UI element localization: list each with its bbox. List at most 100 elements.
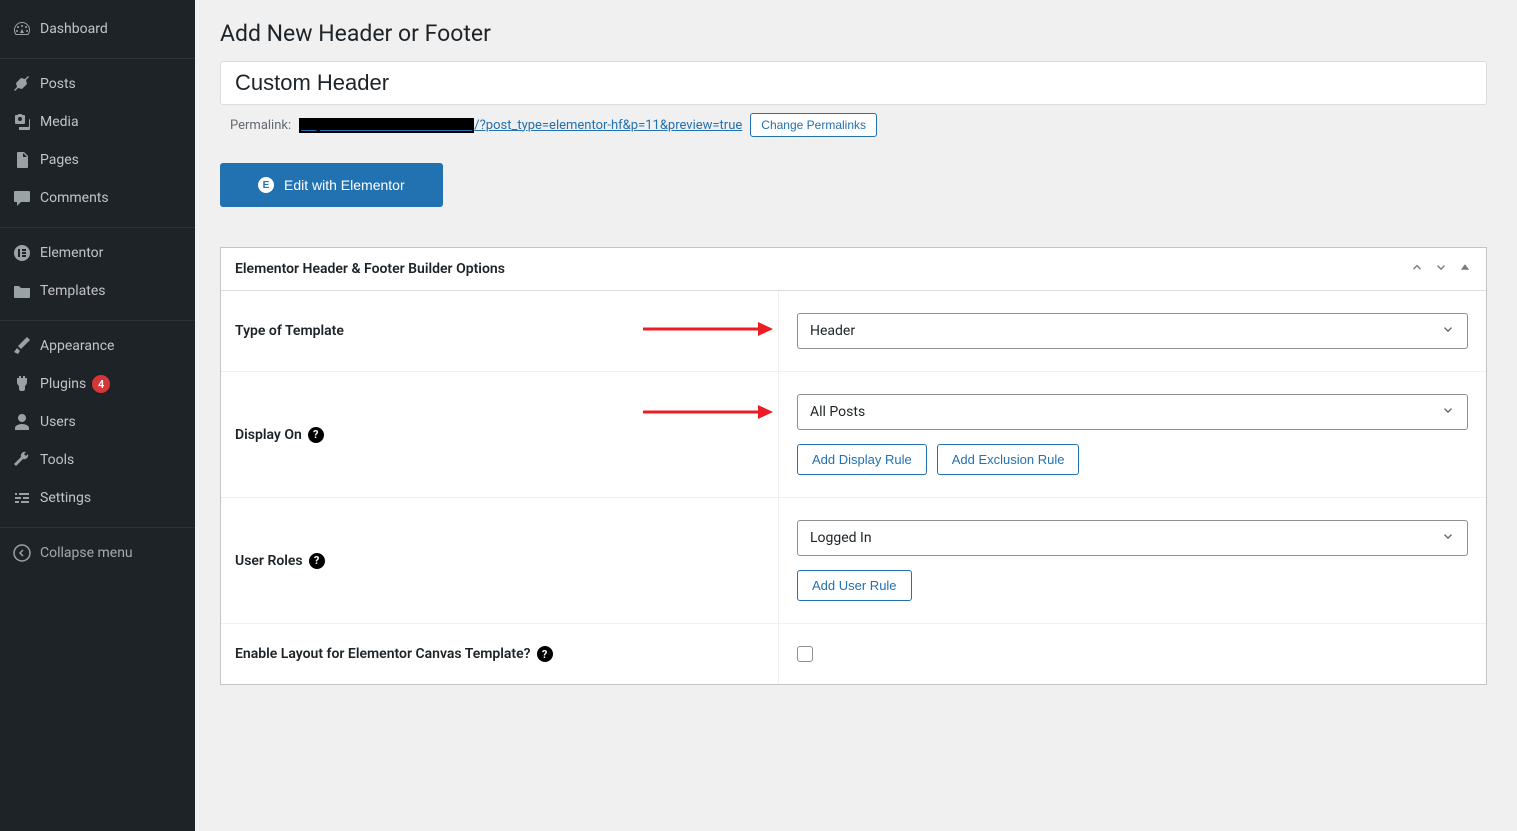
sidebar-label: Comments [40,190,109,206]
page-icon [12,150,32,170]
chevron-down-icon [1441,322,1455,340]
elementor-icon [12,243,32,263]
user-icon [12,412,32,432]
option-label: Enable Layout for Elementor Canvas Templ… [235,646,531,662]
media-icon [12,112,32,132]
permalink-redacted: https://xxxxxxxxxxxxxxxxxxxx [299,118,474,133]
panel-body: Type of Template Header Display On ? [221,291,1486,684]
sidebar-item-appearance[interactable]: Appearance [0,327,195,365]
collapse-icon [12,543,32,563]
sidebar-item-users[interactable]: Users [0,403,195,441]
select-value: Header [810,323,855,339]
template-type-select[interactable]: Header [797,313,1468,349]
change-permalinks-button[interactable]: Change Permalinks [750,113,877,137]
chevron-down-icon [1441,403,1455,421]
option-row-display-on: Display On ? All Posts Add Display Rule … [221,372,1486,498]
edit-with-elementor-button[interactable]: E Edit with Elementor [220,163,443,207]
option-label-cell: Type of Template [221,291,779,371]
permalink-row: Permalink: https://xxxxxxxxxxxxxxxxxxxx/… [220,113,1487,137]
sidebar-item-settings[interactable]: Settings [0,479,195,517]
panel-header: Elementor Header & Footer Builder Option… [221,248,1486,291]
help-icon[interactable]: ? [309,553,325,569]
sidebar-separator [0,223,195,228]
help-icon[interactable]: ? [308,427,324,443]
sidebar-item-pages[interactable]: Pages [0,141,195,179]
sidebar-item-tools[interactable]: Tools [0,441,195,479]
annotation-arrow [643,402,773,426]
sidebar-label: Dashboard [40,21,108,37]
sidebar-label: Tools [40,452,74,468]
option-value-cell: Header [779,291,1486,371]
title-input[interactable] [220,61,1487,105]
option-label-cell: User Roles ? [221,498,779,623]
sidebar-label: Settings [40,490,91,506]
option-label-cell: Display On ? [221,372,779,497]
elementor-logo-icon: E [258,177,274,193]
sidebar-separator [0,54,195,59]
sidebar-label: Appearance [40,338,114,354]
brush-icon [12,336,32,356]
option-label: Type of Template [235,323,344,339]
comment-icon [12,188,32,208]
plugin-icon [12,374,32,394]
options-panel: Elementor Header & Footer Builder Option… [220,247,1487,685]
user-roles-select[interactable]: Logged In [797,520,1468,556]
settings-icon [12,488,32,508]
option-value-cell: Logged In Add User Rule [779,498,1486,623]
plugins-badge: 4 [92,375,110,393]
option-row-canvas: Enable Layout for Elementor Canvas Templ… [221,624,1486,684]
panel-down-icon[interactable] [1434,260,1448,278]
sidebar-item-posts[interactable]: Posts [0,65,195,103]
panel-controls [1410,260,1472,278]
help-icon[interactable]: ? [537,646,553,662]
option-value-cell [779,624,1486,684]
permalink-link[interactable]: https://xxxxxxxxxxxxxxxxxxxx/?post_type=… [299,118,742,133]
option-row-template-type: Type of Template Header [221,291,1486,372]
sidebar-label: Media [40,114,79,130]
sidebar-item-plugins[interactable]: Plugins 4 [0,365,195,403]
sidebar-label: Templates [40,283,106,299]
select-value: Logged In [810,530,872,546]
add-exclusion-rule-button[interactable]: Add Exclusion Rule [937,444,1080,475]
option-value-cell: All Posts Add Display Rule Add Exclusion… [779,372,1486,497]
main-content: Add New Header or Footer Permalink: http… [195,0,1517,831]
display-rule-buttons: Add Display Rule Add Exclusion Rule [797,444,1079,475]
sidebar-item-comments[interactable]: Comments [0,179,195,217]
page-title: Add New Header or Footer [220,20,1487,47]
panel-title: Elementor Header & Footer Builder Option… [235,261,505,277]
option-label-cell: Enable Layout for Elementor Canvas Templ… [221,624,779,684]
user-rule-buttons: Add User Rule [797,570,912,601]
permalink-path: /?post_type=elementor-hf&p=11&preview=tr… [474,118,742,133]
option-label: User Roles [235,553,303,569]
select-value: All Posts [810,404,865,420]
canvas-checkbox[interactable] [797,646,813,662]
sidebar-item-collapse[interactable]: Collapse menu [0,534,195,572]
permalink-label: Permalink: [230,118,291,133]
annotation-arrow [643,319,773,343]
sidebar-label: Collapse menu [40,545,133,561]
sidebar-label: Plugins [40,376,86,392]
sidebar-item-elementor[interactable]: Elementor [0,234,195,272]
option-row-user-roles: User Roles ? Logged In Add User Rule [221,498,1486,624]
dashboard-icon [12,19,32,39]
wrench-icon [12,450,32,470]
sidebar-label: Posts [40,76,76,92]
sidebar-item-dashboard[interactable]: Dashboard [0,10,195,48]
sidebar-label: Elementor [40,245,103,261]
sidebar-separator [0,316,195,321]
admin-sidebar: Dashboard Posts Media Pages Comments Ele… [0,0,195,831]
add-display-rule-button[interactable]: Add Display Rule [797,444,927,475]
sidebar-item-media[interactable]: Media [0,103,195,141]
panel-toggle-icon[interactable] [1458,260,1472,278]
edit-elementor-label: Edit with Elementor [284,177,405,193]
add-user-rule-button[interactable]: Add User Rule [797,570,912,601]
sidebar-label: Pages [40,152,79,168]
chevron-down-icon [1441,529,1455,547]
sidebar-separator [0,523,195,528]
sidebar-label: Users [40,414,76,430]
panel-up-icon[interactable] [1410,260,1424,278]
sidebar-item-templates[interactable]: Templates [0,272,195,310]
pin-icon [12,74,32,94]
display-on-select[interactable]: All Posts [797,394,1468,430]
option-label: Display On [235,427,302,443]
